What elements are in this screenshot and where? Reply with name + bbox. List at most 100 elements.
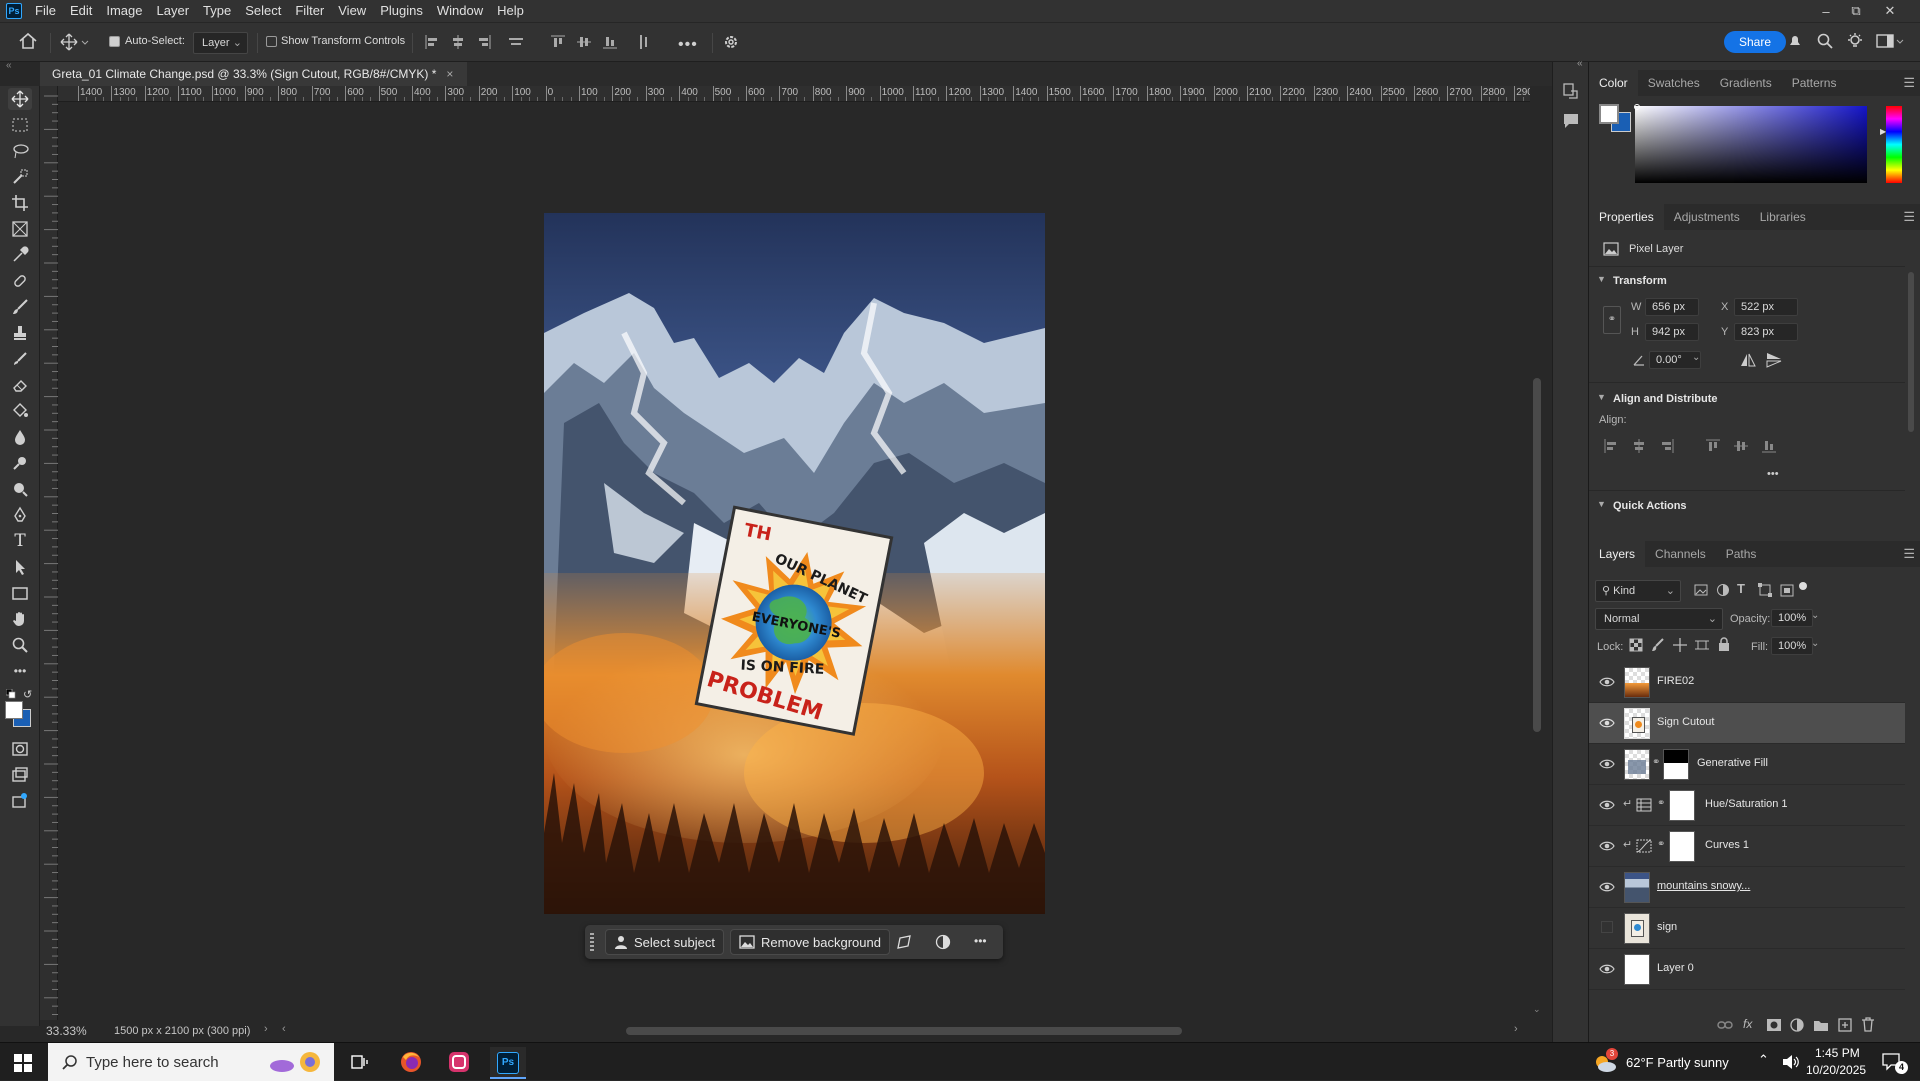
layer-mask-thumbnail[interactable] [1669, 831, 1695, 862]
layer-row-mountains[interactable]: mountains snowy... [1589, 867, 1905, 908]
align-left-icon[interactable] [424, 34, 440, 50]
tab-color[interactable]: Color [1589, 70, 1638, 96]
x-field[interactable]: 522 px [1734, 298, 1798, 316]
share-button[interactable]: Share [1724, 31, 1786, 53]
lock-all-icon[interactable] [1717, 637, 1731, 652]
layer-row-generative-fill[interactable]: ⚭ Generative Fill [1589, 744, 1905, 785]
eyedropper-tool-icon[interactable] [8, 244, 32, 266]
layer-name[interactable]: Hue/Saturation 1 [1705, 798, 1788, 810]
brush-tool-icon[interactable] [8, 296, 32, 318]
close-window-icon[interactable]: ✕ [1876, 0, 1904, 22]
panel-fg-color-swatch[interactable] [1599, 104, 1619, 124]
layer-row-sign-cutout[interactable]: Sign Cutout [1589, 703, 1905, 744]
document-canvas[interactable]: TH OUR PLANET EVERYONE'S IS ON FIRE PROB… [544, 213, 1045, 914]
tab-libraries[interactable]: Libraries [1750, 204, 1816, 230]
zoom-brush-icon[interactable] [8, 478, 32, 500]
panel-align-vcenter-icon[interactable] [1733, 438, 1749, 454]
hue-slider[interactable] [1886, 106, 1902, 183]
lock-transparent-icon[interactable] [1629, 638, 1643, 652]
workspace-icon[interactable] [1876, 32, 1906, 50]
tab-properties[interactable]: Properties [1589, 204, 1664, 230]
eraser-tool-icon[interactable] [8, 374, 32, 396]
frame-tool-icon[interactable] [8, 218, 32, 240]
history-brush-tool-icon[interactable] [8, 348, 32, 370]
properties-scrollbar[interactable] [1908, 272, 1914, 432]
tab-gradients[interactable]: Gradients [1710, 70, 1782, 96]
fill-field[interactable]: 100% [1771, 637, 1813, 655]
mask-link-icon[interactable]: ⚭ [1657, 839, 1665, 850]
properties-panel-menu-icon[interactable]: ☰ [1903, 204, 1915, 230]
filter-adjustment-icon[interactable] [1715, 582, 1731, 598]
scroll-right-icon[interactable]: › [1514, 1023, 1518, 1035]
panel-align-hcenter-icon[interactable] [1631, 438, 1647, 454]
color-field[interactable] [1635, 106, 1867, 183]
align-right-icon[interactable] [476, 34, 492, 50]
healing-brush-tool-icon[interactable] [8, 270, 32, 292]
add-mask-icon[interactable] [1766, 1018, 1782, 1032]
visibility-eye-icon[interactable] [1599, 962, 1615, 976]
align-collapse-icon[interactable]: ▼ [1597, 392, 1606, 402]
clock-date[interactable]: 10/20/2025 [1806, 1063, 1866, 1077]
align-more-icon[interactable]: ••• [1767, 468, 1779, 480]
show-transform-checkbox[interactable] [266, 36, 277, 47]
screen-mode-icon[interactable] [8, 764, 32, 786]
history-panel-icon[interactable] [1562, 82, 1580, 100]
search-highlight-icon[interactable] [268, 1048, 324, 1076]
tab-channels[interactable]: Channels [1645, 541, 1716, 567]
transform-icon[interactable] [896, 934, 912, 950]
filter-toggle-icon[interactable] [1799, 582, 1807, 590]
vertical-scrollbar[interactable]: ⌄ [1530, 86, 1544, 1020]
home-icon[interactable] [18, 32, 38, 50]
layer-row-layer-0[interactable]: Layer 0 [1589, 949, 1905, 990]
adjustment-icon[interactable] [935, 934, 951, 950]
auto-select-dropdown[interactable]: Layer ⌄ [193, 32, 248, 54]
task-view-icon[interactable] [350, 1053, 370, 1071]
y-field[interactable]: 823 px [1734, 323, 1798, 341]
move-tool-preset-icon[interactable] [60, 33, 90, 51]
layers-panel-menu-icon[interactable]: ☰ [1903, 541, 1915, 567]
menu-help[interactable]: Help [490, 0, 531, 22]
visibility-eye-icon[interactable] [1599, 880, 1615, 894]
opacity-field[interactable]: 100% [1771, 609, 1813, 627]
align-hcenter-icon[interactable] [450, 34, 466, 50]
filter-shape-icon[interactable] [1757, 582, 1773, 598]
blur-tool-icon[interactable] [8, 426, 32, 448]
align-vcenter-icon[interactable] [576, 34, 592, 50]
auto-select-checkbox[interactable] [109, 36, 120, 47]
angle-dropdown-icon[interactable]: ⌄ [1692, 352, 1700, 363]
scroll-left-icon[interactable]: ‹ [282, 1023, 286, 1035]
object-selection-tool-icon[interactable] [8, 166, 32, 188]
new-layer-icon[interactable] [1838, 1018, 1852, 1032]
new-group-icon[interactable] [1813, 1018, 1829, 1032]
layer-row-fire02[interactable]: FIRE02 [1589, 662, 1905, 703]
close-tab-icon[interactable]: × [446, 67, 453, 81]
layer-mask-thumbnail[interactable] [1663, 749, 1689, 780]
layer-filter-dropdown[interactable]: ⚲ Kind ⌄ [1595, 580, 1681, 602]
select-subject-button[interactable]: Select subject [605, 929, 724, 955]
creative-cloud-icon[interactable] [448, 1051, 470, 1073]
quick-mask-icon[interactable] [8, 738, 32, 760]
tab-layers[interactable]: Layers [1589, 541, 1646, 567]
visibility-eye-icon[interactable] [1599, 716, 1615, 730]
menu-filter[interactable]: Filter [288, 0, 331, 22]
status-menu-icon[interactable]: › [264, 1023, 268, 1035]
hand-tool-icon[interactable] [8, 608, 32, 630]
clone-stamp-tool-icon[interactable] [8, 322, 32, 344]
layer-name[interactable]: sign [1657, 921, 1677, 933]
layer-name[interactable]: Layer 0 [1657, 962, 1694, 974]
zoom-tool-icon[interactable] [8, 634, 32, 656]
flip-vertical-icon[interactable] [1765, 352, 1783, 368]
foreground-color-swatch[interactable] [5, 701, 23, 719]
flip-horizontal-icon[interactable] [1739, 352, 1757, 368]
collapse-panels-icon[interactable]: « [1577, 58, 1583, 69]
panel-align-top-icon[interactable] [1705, 438, 1721, 454]
layer-name[interactable]: mountains snowy... [1657, 880, 1750, 892]
visibility-eye-icon[interactable] [1599, 675, 1615, 689]
windows-start-icon[interactable] [14, 1054, 32, 1072]
marquee-tool-icon[interactable] [8, 114, 32, 136]
menu-image[interactable]: Image [99, 0, 149, 22]
type-tool-icon[interactable]: T [8, 530, 32, 552]
link-layers-icon[interactable] [1717, 1018, 1733, 1032]
panel-align-bottom-icon[interactable] [1761, 438, 1777, 454]
layer-mask-thumbnail[interactable] [1669, 790, 1695, 821]
